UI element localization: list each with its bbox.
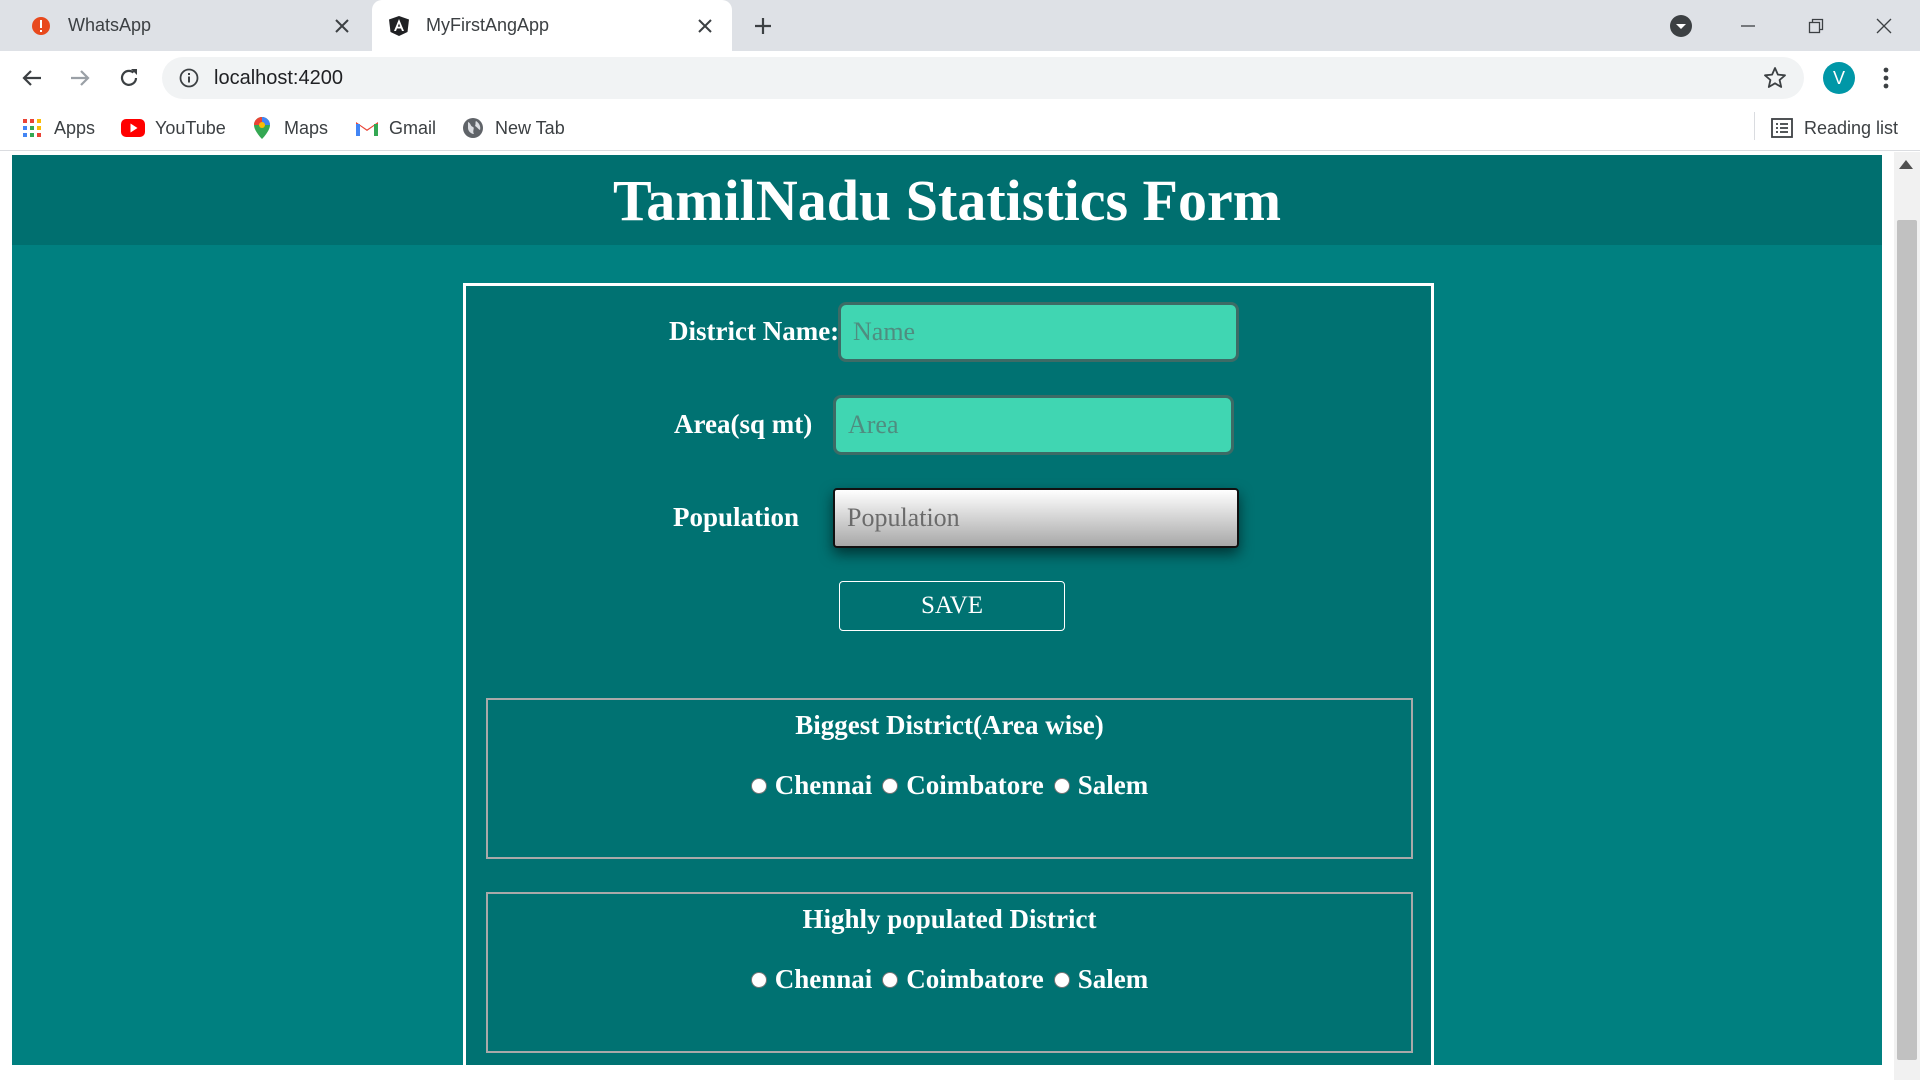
page-viewport: TamilNadu Statistics Form District Name:… bbox=[0, 152, 1920, 1080]
radio-button[interactable] bbox=[882, 777, 899, 794]
area-label: Area(sq mt) bbox=[674, 409, 813, 439]
reload-icon[interactable] bbox=[112, 61, 146, 95]
maps-pin-icon bbox=[250, 116, 274, 140]
page-body: TamilNadu Statistics Form District Name:… bbox=[12, 155, 1882, 1068]
highly-populated-legend: Highly populated District bbox=[802, 904, 1097, 934]
bookmark-apps[interactable]: Apps bbox=[20, 115, 95, 141]
vertical-scrollbar[interactable] bbox=[1894, 152, 1920, 1080]
biggest-district-group: Biggest District(Area wise) Chennai Coim… bbox=[486, 698, 1413, 859]
bookmarks-bar: Apps YouTube Maps Gmail New Tab Reading … bbox=[0, 105, 1920, 151]
bookmarks-divider bbox=[1754, 112, 1755, 140]
bookmark-label: Apps bbox=[54, 117, 96, 138]
tab-myfirstangapp[interactable]: MyFirstAngApp bbox=[372, 0, 732, 51]
close-icon[interactable] bbox=[694, 15, 716, 37]
district-name-label: District Name: bbox=[669, 316, 840, 346]
address-bar[interactable]: localhost:4200 bbox=[162, 57, 1804, 99]
radio-label: Coimbatore bbox=[906, 964, 1044, 994]
profile-avatar[interactable]: V bbox=[1823, 62, 1855, 94]
population-label: Population bbox=[673, 502, 800, 532]
kebab-menu-icon[interactable] bbox=[1870, 62, 1902, 94]
angular-icon bbox=[388, 15, 410, 37]
bookmark-gmail[interactable]: Gmail bbox=[355, 115, 436, 141]
population-input[interactable] bbox=[833, 488, 1239, 548]
info-icon[interactable] bbox=[178, 67, 200, 89]
minimize-icon[interactable] bbox=[1730, 8, 1766, 44]
bookmark-youtube[interactable]: YouTube bbox=[121, 115, 226, 141]
apps-grid-icon bbox=[20, 116, 44, 140]
scroll-thumb[interactable] bbox=[1897, 220, 1917, 1060]
save-button[interactable]: SAVE bbox=[839, 581, 1065, 631]
close-icon[interactable] bbox=[331, 15, 353, 37]
bookmark-label: Maps bbox=[284, 117, 329, 138]
biggest-district-legend: Biggest District(Area wise) bbox=[795, 710, 1104, 740]
radio-button[interactable] bbox=[1053, 777, 1070, 794]
radio-label: Chennai bbox=[774, 770, 873, 800]
highly-populated-options: Chennai Coimbatore Salem bbox=[488, 964, 1411, 995]
restore-icon[interactable] bbox=[1798, 8, 1834, 44]
bookmark-new-tab[interactable]: New Tab bbox=[461, 115, 565, 141]
youtube-icon bbox=[121, 116, 145, 140]
new-tab-plus-icon[interactable] bbox=[748, 11, 778, 41]
reading-list-icon bbox=[1770, 116, 1794, 140]
biggest-district-options: Chennai Coimbatore Salem bbox=[488, 770, 1411, 801]
bookmark-label: YouTube bbox=[155, 117, 226, 138]
radio-button[interactable] bbox=[1053, 971, 1070, 988]
radio-button[interactable] bbox=[750, 777, 767, 794]
bookmark-star-icon[interactable] bbox=[1760, 63, 1790, 93]
gmail-icon bbox=[355, 116, 379, 140]
radio-chennai[interactable]: Chennai bbox=[750, 964, 873, 995]
bookmark-maps[interactable]: Maps bbox=[250, 115, 328, 141]
bookmark-label: Gmail bbox=[389, 117, 437, 138]
reading-list-label: Reading list bbox=[1804, 117, 1899, 138]
highly-populated-group: Highly populated District Chennai Coimba… bbox=[486, 892, 1413, 1053]
browser-toolbar: localhost:4200 V bbox=[0, 51, 1920, 105]
bookmark-label: New Tab bbox=[495, 117, 565, 138]
scroll-up-arrow-icon[interactable] bbox=[1899, 160, 1913, 169]
whatsapp-alert-icon bbox=[30, 15, 52, 37]
radio-button[interactable] bbox=[882, 971, 899, 988]
forward-arrow-icon[interactable] bbox=[63, 61, 97, 95]
window-close-icon[interactable] bbox=[1866, 8, 1902, 44]
radio-chennai[interactable]: Chennai bbox=[750, 770, 873, 801]
radio-coimbatore[interactable]: Coimbatore bbox=[882, 964, 1044, 995]
back-arrow-icon[interactable] bbox=[15, 61, 49, 95]
globe-icon bbox=[461, 116, 485, 140]
radio-button[interactable] bbox=[750, 971, 767, 988]
radio-label: Salem bbox=[1077, 770, 1149, 800]
tab-title: WhatsApp bbox=[68, 15, 152, 35]
district-name-input[interactable] bbox=[838, 302, 1239, 362]
url-text: localhost:4200 bbox=[214, 66, 343, 89]
statistics-form: District Name: Area(sq mt) : Population … bbox=[463, 283, 1434, 1068]
radio-label: Salem bbox=[1077, 964, 1149, 994]
tab-title: MyFirstAngApp bbox=[426, 15, 550, 35]
area-input[interactable] bbox=[833, 395, 1234, 455]
tab-whatsapp[interactable]: WhatsApp bbox=[14, 0, 369, 51]
page-title: TamilNadu Statistics Form bbox=[612, 167, 1282, 233]
radio-label: Coimbatore bbox=[906, 770, 1044, 800]
radio-salem[interactable]: Salem bbox=[1053, 770, 1149, 801]
page-header: TamilNadu Statistics Form bbox=[12, 155, 1882, 245]
tab-search-icon[interactable] bbox=[1663, 8, 1699, 44]
radio-label: Chennai bbox=[774, 964, 873, 994]
radio-coimbatore[interactable]: Coimbatore bbox=[882, 770, 1044, 801]
reading-list-button[interactable]: Reading list bbox=[1770, 115, 1898, 141]
radio-salem[interactable]: Salem bbox=[1053, 964, 1149, 995]
tab-strip: WhatsApp MyFirstAngApp bbox=[0, 0, 1920, 51]
